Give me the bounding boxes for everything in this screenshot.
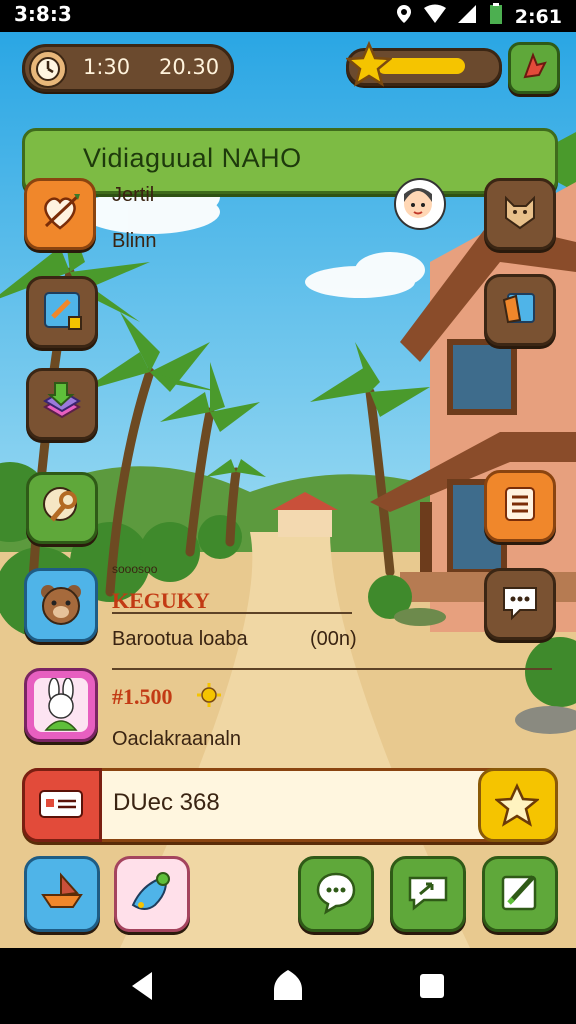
speech-bubble-icon	[312, 868, 360, 920]
magnifier-icon	[38, 482, 86, 534]
badge-button[interactable]	[484, 178, 556, 250]
picture-icon	[498, 286, 542, 334]
share-button[interactable]	[390, 856, 466, 932]
title-banner: Vidiaguual NAHO	[22, 128, 558, 194]
panel-1-small-text: sooosoo	[112, 562, 158, 576]
timer-pill[interactable]: 1:30 20.30	[22, 44, 234, 92]
chat-icon	[498, 580, 542, 628]
favorites-button[interactable]	[24, 178, 96, 250]
navigation-bar	[0, 948, 576, 1024]
menu-label-2: Blinn	[112, 230, 157, 252]
battery-icon	[487, 3, 505, 30]
location-icon	[395, 4, 413, 29]
panel-2-heading: #1.500	[112, 684, 173, 710]
status-icons: 2:61	[395, 3, 562, 30]
fox-badge-icon	[498, 190, 542, 238]
divider	[112, 668, 552, 670]
star-button[interactable]	[478, 768, 558, 842]
gallery-button[interactable]	[484, 274, 556, 346]
status-bar: 3:8:3 2:61	[0, 0, 576, 32]
quest-bar[interactable]: DUec 368	[22, 768, 558, 842]
ticket-icon	[38, 787, 84, 825]
status-time: 3:8:3	[14, 2, 72, 26]
panel-1-value: (00n)	[310, 628, 357, 650]
time-left-text: 1:30	[83, 55, 131, 79]
back-icon[interactable]	[128, 970, 156, 1006]
panel-2-subtitle: Oaclakraanaln	[112, 728, 241, 750]
coin-icon: #	[112, 684, 123, 709]
bear-card[interactable]	[24, 568, 98, 642]
boat-icon	[37, 867, 87, 921]
ticket-button[interactable]	[22, 768, 102, 842]
bear-avatar	[24, 568, 98, 642]
clock-icon	[29, 50, 67, 88]
sun-icon	[196, 682, 222, 712]
bunny-card[interactable]	[24, 668, 98, 742]
search-button[interactable]	[26, 472, 98, 544]
divider	[112, 612, 352, 614]
page-title: Vidiaguual NAHO	[83, 143, 302, 173]
heart-arrow-icon	[36, 188, 84, 240]
list-icon	[500, 484, 540, 528]
list-button[interactable]	[484, 470, 556, 542]
game-scene[interactable]: 1:30 20.30 Vidiaguual NAHO Jertil Blinn	[0, 32, 576, 948]
cards-button[interactable]	[26, 368, 98, 440]
bunny-avatar	[24, 668, 98, 742]
status-battery-time: 2:61	[514, 5, 562, 28]
star-icon	[344, 40, 394, 91]
wifi-icon	[423, 4, 447, 29]
edit-button[interactable]	[482, 856, 558, 932]
panel-2-value: 1.500	[123, 684, 173, 709]
time-right-text: 20.30	[159, 55, 220, 79]
signal-icon	[457, 4, 477, 29]
boat-button[interactable]	[24, 856, 100, 932]
map-pin-icon	[519, 51, 549, 85]
home-icon[interactable]	[272, 968, 304, 1006]
recents-icon[interactable]	[418, 972, 446, 1004]
map-pin-button[interactable]	[508, 42, 560, 94]
chat-button[interactable]	[484, 568, 556, 640]
fish-icon	[125, 865, 179, 923]
quest-text: DUec 368	[113, 789, 220, 816]
npc-avatar[interactable]	[394, 178, 446, 230]
panel-1-heading: KEGUKY	[112, 588, 210, 613]
edit-icon	[497, 869, 543, 919]
cards-icon	[37, 377, 87, 431]
star-icon	[493, 783, 541, 831]
book-icon	[39, 287, 85, 337]
message-button[interactable]	[298, 856, 374, 932]
book-button[interactable]	[26, 276, 98, 348]
panel-1-subtitle: Barootua loaba	[112, 628, 248, 650]
fish-button[interactable]	[114, 856, 190, 932]
share-icon	[404, 868, 452, 920]
menu-label-1: Jertil	[112, 184, 155, 206]
